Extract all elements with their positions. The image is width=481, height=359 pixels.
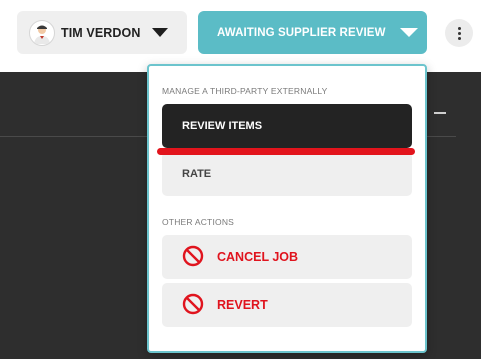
chevron-down-icon [152,28,169,37]
minus-icon[interactable] [434,112,446,114]
chevron-down-icon [399,28,418,37]
user-select-button[interactable]: TIM VERDON [17,11,187,54]
menu-item-cancel-job[interactable]: CANCEL JOB [162,235,412,279]
status-label: AWAITING SUPPLIER REVIEW [217,26,386,39]
menu-item-label: REVERT [217,298,268,312]
menu-item-label: RATE [182,168,212,180]
menu-item-label: CANCEL JOB [217,250,299,264]
highlight-underline [157,148,415,155]
person-avatar-icon [29,19,55,46]
menu-item-label: REVIEW ITEMS [182,120,263,132]
menu-item-review-items[interactable]: REVIEW ITEMS [162,104,412,148]
ban-icon [182,293,204,318]
user-name: TIM VERDON [61,25,141,40]
ban-icon [182,245,204,270]
status-dropdown-button[interactable]: AWAITING SUPPLIER REVIEW [198,11,427,54]
menu-item-rate[interactable]: RATE [162,152,412,196]
menu-section-other: OTHER ACTIONS [162,217,235,227]
menu-section-manage: MANAGE A THIRD-PARTY EXTERNALLY [162,86,328,96]
status-actions-menu: MANAGE A THIRD-PARTY EXTERNALLY REVIEW I… [147,64,427,353]
menu-item-revert[interactable]: REVERT [162,283,412,327]
vertical-ellipsis-icon[interactable] [445,19,473,47]
